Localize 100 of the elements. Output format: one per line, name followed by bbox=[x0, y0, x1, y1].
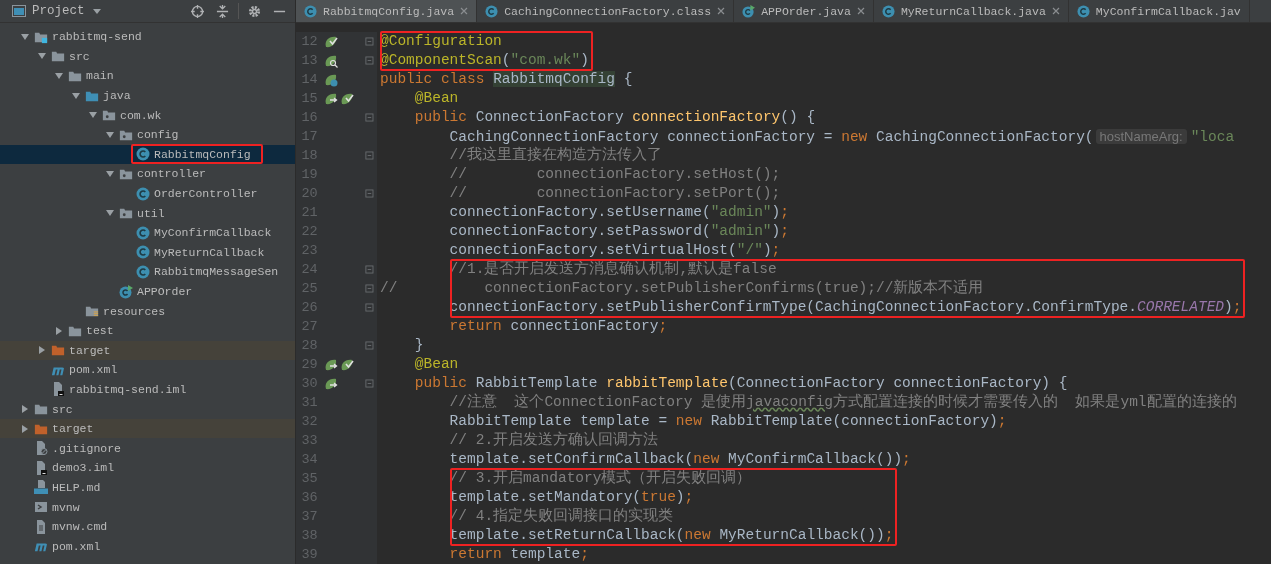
bean-arrow-icon[interactable] bbox=[323, 376, 338, 391]
expanded-arrow-icon[interactable] bbox=[20, 31, 30, 42]
collapsed-arrow-icon[interactable] bbox=[37, 345, 47, 356]
tree-item[interactable]: resources bbox=[0, 301, 295, 321]
code-line: //注意 这个ConnectionFactory 是使用javaconfig方式配置连接的时候才需要传入的 如果是yml配置的连接的 bbox=[448, 393, 1237, 412]
code-line: template.setMandatory(true); bbox=[448, 488, 694, 507]
tree-item[interactable]: rabbitmq-send.iml bbox=[0, 379, 295, 400]
tree-item[interactable]: com.wk bbox=[0, 105, 295, 125]
tree-item[interactable]: target bbox=[0, 418, 295, 439]
class-icon bbox=[136, 147, 150, 162]
terminal-file-icon bbox=[34, 500, 48, 515]
tree-item[interactable]: .gitignore bbox=[0, 438, 295, 459]
tree-item[interactable]: test bbox=[0, 320, 295, 341]
panel-window-icon bbox=[12, 5, 26, 17]
code-line: // connectionFactory.setPort(); bbox=[448, 184, 781, 203]
folder-icon bbox=[51, 49, 65, 64]
tree-item[interactable]: OrderController bbox=[0, 183, 295, 204]
code-line: } bbox=[413, 336, 424, 355]
tree-item[interactable]: mvnw bbox=[0, 497, 295, 517]
editor-tab[interactable]: CachingConnectionFactory.class bbox=[477, 0, 735, 22]
tree-item[interactable]: MyConfirmCallback bbox=[0, 222, 295, 243]
tree-item[interactable]: src bbox=[0, 46, 295, 67]
bean-search-icon[interactable] bbox=[323, 53, 338, 68]
close-icon[interactable] bbox=[856, 7, 865, 15]
code-line: public ConnectionFactory connectionFactory() { bbox=[413, 108, 816, 127]
class-icon bbox=[304, 4, 317, 18]
tree-item[interactable]: rabbitmq-send bbox=[0, 27, 295, 47]
tree-item[interactable]: src bbox=[0, 399, 295, 419]
tree-item[interactable]: RabbitmqMessageSen bbox=[0, 262, 295, 282]
fold-marker-icon[interactable] bbox=[365, 189, 374, 198]
expanded-arrow-icon[interactable] bbox=[105, 129, 115, 140]
package-icon bbox=[102, 108, 116, 123]
project-view-dropdown[interactable]: Project bbox=[32, 4, 101, 18]
tree-item[interactable]: APPOrder bbox=[0, 281, 295, 302]
tree-item[interactable]: HELP.md bbox=[0, 477, 295, 498]
editor-tab[interactable]: MyReturnCallback.java bbox=[873, 0, 1069, 22]
bean-check-icon[interactable] bbox=[323, 34, 338, 49]
code-line: //1.是否开启发送方消息确认机制,默认是false bbox=[448, 260, 777, 279]
bean-arrow-icon[interactable] bbox=[323, 357, 338, 372]
close-icon[interactable] bbox=[460, 7, 469, 15]
tree-item[interactable]: pom.xml bbox=[0, 536, 295, 557]
close-icon[interactable] bbox=[1051, 7, 1060, 15]
code-line: public RabbitTemplate rabbitTemplate(ConnectionFactory connectionFactory) { bbox=[413, 374, 1068, 393]
class-icon bbox=[136, 225, 150, 240]
fold-marker-icon[interactable] bbox=[365, 151, 374, 160]
code-line: return connectionFactory; bbox=[448, 317, 668, 336]
code-line: RabbitTemplate template = new RabbitTemplate(connectionFactory); bbox=[448, 412, 1007, 431]
expanded-arrow-icon[interactable] bbox=[71, 90, 81, 101]
expanded-arrow-icon[interactable] bbox=[54, 71, 64, 81]
tree-item[interactable]: controller bbox=[0, 164, 295, 184]
bean-check-icon[interactable] bbox=[339, 91, 354, 106]
tree-item[interactable]: demo3.iml bbox=[0, 458, 295, 478]
fold-marker-icon[interactable] bbox=[365, 37, 374, 46]
tree-item[interactable]: config bbox=[0, 124, 295, 145]
editor-tab[interactable]: MyConfirmCallback.jav bbox=[1068, 0, 1250, 22]
code-line: // connectionFactory.setPublisherConfirms(true);//新版本不适用 bbox=[379, 279, 984, 298]
fold-marker-icon[interactable] bbox=[365, 113, 374, 122]
fold-marker-icon[interactable] bbox=[365, 379, 374, 388]
bean-arrow-icon[interactable] bbox=[323, 91, 338, 106]
code-line: connectionFactory.setUsername("admin"); bbox=[448, 203, 789, 222]
tree-item[interactable]: pom.xml bbox=[0, 360, 295, 380]
code-line: return template; bbox=[448, 545, 589, 564]
code-line: //我这里直接在构造方法传入了 bbox=[448, 146, 662, 165]
ignored-file-icon bbox=[34, 441, 48, 456]
fold-marker-icon[interactable] bbox=[365, 303, 374, 312]
text-file-icon bbox=[34, 519, 48, 534]
bean-check-icon[interactable] bbox=[339, 357, 354, 372]
file-icon bbox=[51, 382, 65, 397]
tree-item[interactable]: MyReturnCallback bbox=[0, 242, 295, 263]
code-line: template.setConfirmCallback(new MyConfirmCallback()); bbox=[448, 450, 911, 469]
editor-tab[interactable]: RabbitmqConfig.java bbox=[296, 0, 478, 22]
code-line: // connectionFactory.setHost(); bbox=[448, 165, 781, 184]
caret-icon bbox=[92, 8, 101, 14]
tree-item[interactable]: util bbox=[0, 203, 295, 223]
close-icon[interactable] bbox=[717, 7, 726, 15]
collapse-all-icon[interactable] bbox=[216, 4, 229, 18]
class-icon bbox=[136, 245, 150, 260]
expanded-arrow-icon[interactable] bbox=[105, 168, 115, 179]
tree-item[interactable]: target bbox=[0, 340, 295, 361]
tree-item[interactable]: java bbox=[0, 85, 295, 106]
tree-item[interactable]: main bbox=[0, 66, 295, 86]
class-icon bbox=[136, 186, 150, 201]
locate-icon[interactable] bbox=[191, 4, 204, 18]
code-line: public class RabbitmqConfig { bbox=[379, 70, 633, 89]
collapsed-arrow-icon[interactable] bbox=[20, 404, 30, 415]
runnable-class-icon bbox=[742, 4, 756, 18]
fold-marker-icon[interactable] bbox=[365, 284, 374, 293]
settings-icon[interactable] bbox=[248, 4, 261, 18]
collapsed-arrow-icon[interactable] bbox=[54, 325, 64, 336]
fold-marker-icon[interactable] bbox=[365, 265, 374, 274]
fold-marker-icon[interactable] bbox=[365, 56, 374, 65]
tree-item[interactable]: mvnw.cmd bbox=[0, 516, 295, 537]
fold-marker-icon[interactable] bbox=[365, 341, 374, 350]
folder-icon bbox=[51, 343, 65, 358]
collapsed-arrow-icon[interactable] bbox=[20, 423, 30, 434]
bean-class-icon[interactable] bbox=[323, 72, 338, 87]
editor-tab[interactable]: APPOrder.java bbox=[734, 0, 874, 22]
folder-icon bbox=[34, 402, 48, 417]
tree-item[interactable]: RabbitmqConfig bbox=[0, 144, 295, 165]
class-icon bbox=[1076, 4, 1090, 18]
